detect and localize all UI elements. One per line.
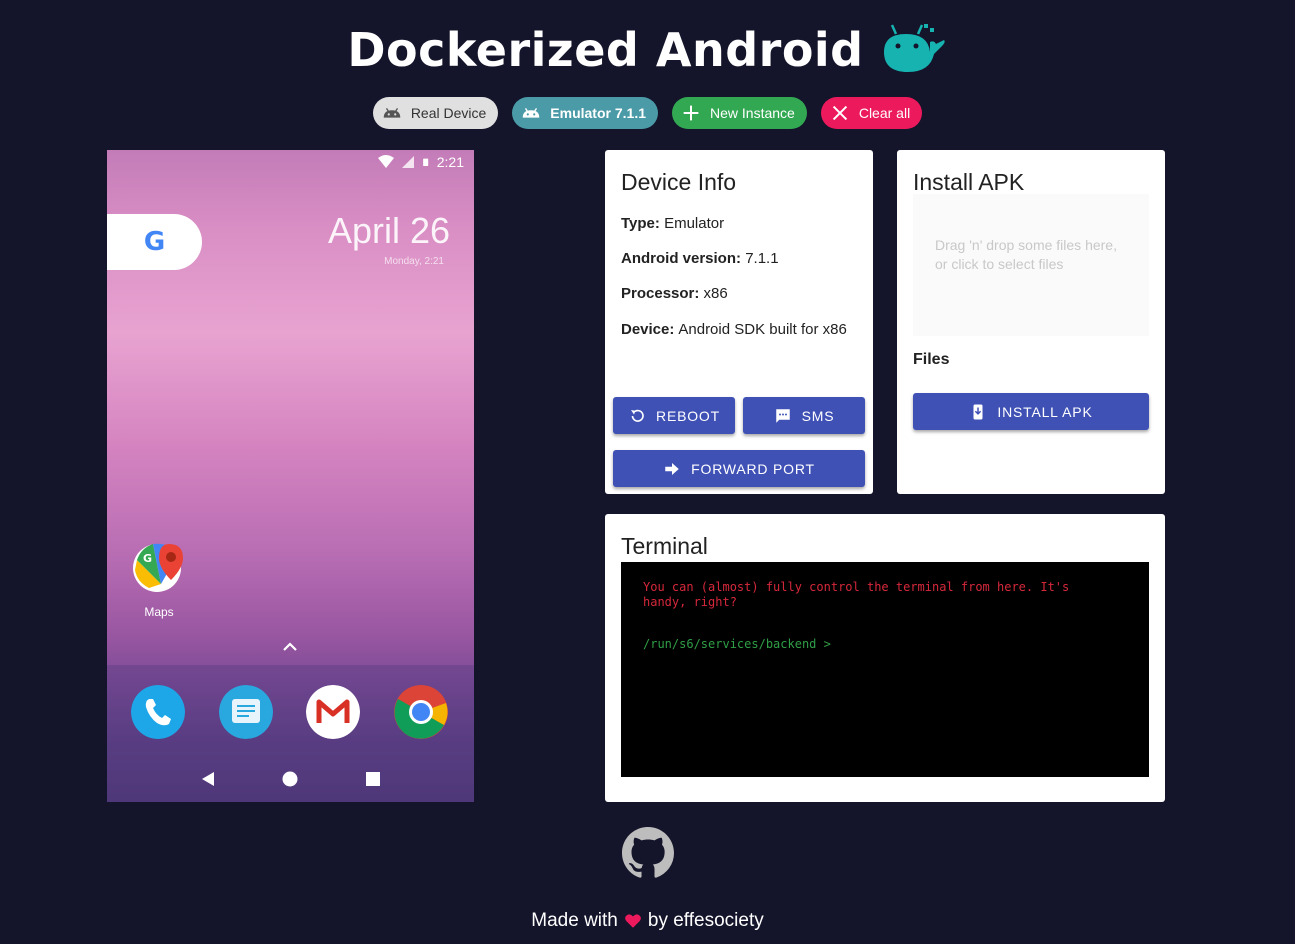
android-icon (523, 108, 540, 118)
plus-icon (683, 105, 699, 121)
footer-made-with: Made with (531, 910, 618, 931)
date-widget: April 26 (327, 210, 450, 251)
whale-logo-icon (883, 24, 945, 72)
android-nav-bar (107, 755, 474, 802)
messages-app-icon[interactable] (219, 685, 273, 739)
install-apk-title: Install APK (913, 169, 1025, 195)
wifi-icon (377, 155, 394, 168)
android-version-value: 7.1.1 (745, 250, 779, 267)
real-device-chip[interactable]: Real Device (372, 97, 499, 129)
processor-label: Processor: (621, 285, 700, 302)
device-info-title: Device Info (621, 169, 737, 195)
emulator-chip[interactable]: Emulator 7.1.1 (512, 97, 658, 129)
terminal-welcome-text: You can (almost) fully control the termi… (643, 580, 1070, 609)
reboot-label: REBOOT (656, 407, 720, 424)
footer: Made with by effesociety (0, 910, 1295, 932)
new-instance-chip[interactable]: New Instance (672, 97, 807, 129)
chrome-app-icon[interactable] (394, 685, 448, 739)
dropzone-hint: Drag 'n' drop some files here, or click … (935, 237, 1117, 272)
status-bar: 2:21 (107, 150, 474, 174)
device-label: Device: (621, 321, 675, 338)
recents-nav-icon[interactable] (365, 771, 381, 787)
android-version-row: Android version: 7.1.1 (621, 250, 779, 267)
google-g-icon: G (143, 227, 166, 257)
emulator-label: Emulator 7.1.1 (550, 105, 646, 121)
clear-all-label: Clear all (858, 105, 911, 121)
date-subtitle: Monday, 2:21 (384, 256, 444, 267)
restart-icon (631, 409, 644, 422)
terminal-console[interactable]: You can (almost) fully control the termi… (621, 562, 1149, 777)
battery-icon (422, 158, 428, 166)
device-screen[interactable]: 2:21 G April 26 Monday, 2:21 G Maps (107, 150, 474, 802)
svg-text:G: G (143, 552, 152, 565)
close-icon (832, 105, 847, 121)
message-icon (775, 408, 790, 423)
device-value: Android SDK built for x86 (678, 321, 847, 338)
google-search-widget[interactable]: G (107, 214, 202, 270)
install-mobile-icon (973, 404, 983, 419)
gmail-app-icon[interactable] (306, 685, 360, 739)
clear-all-chip[interactable]: Clear all (820, 97, 923, 129)
signal-icon (401, 156, 414, 168)
install-apk-label: INSTALL APK (997, 403, 1093, 420)
home-nav-icon[interactable] (282, 771, 298, 787)
install-apk-card: Install APK Drag 'n' drop some files her… (897, 150, 1165, 494)
page-title: Dockerized Android (347, 23, 864, 77)
processor-row: Processor: x86 (621, 285, 728, 302)
real-device-label: Real Device (410, 105, 487, 121)
device-type-value: Emulator (664, 215, 725, 232)
instance-chip-bar: Real Device Emulator 7.1.1 New Instance … (0, 97, 1295, 129)
heart-icon (625, 914, 641, 928)
back-nav-icon[interactable] (200, 771, 216, 787)
phone-app-icon[interactable] (131, 685, 185, 739)
device-type-label: Type: (621, 215, 660, 232)
reboot-button[interactable]: REBOOT (613, 397, 735, 434)
sms-button[interactable]: SMS (743, 397, 865, 434)
status-time: 2:21 (436, 154, 464, 170)
app-drawer-chevron-icon[interactable] (282, 640, 298, 652)
apk-dropzone[interactable]: Drag 'n' drop some files here, or click … (913, 194, 1149, 336)
android-icon (383, 108, 401, 118)
files-label: Files (913, 351, 950, 368)
arrow-right-icon (665, 462, 679, 475)
forward-port-label: FORWARD PORT (691, 460, 815, 477)
sms-label: SMS (801, 407, 835, 424)
maps-app-label: Maps (144, 605, 174, 619)
terminal-card: Terminal You can (almost) fully control … (605, 514, 1165, 802)
device-row: Device: Android SDK built for x86 (621, 320, 848, 339)
processor-value: x86 (703, 285, 728, 302)
device-info-card: Device Info Type: Emulator Android versi… (605, 150, 873, 494)
header: Dockerized Android (0, 14, 1295, 86)
maps-app-icon[interactable]: G (131, 538, 187, 594)
forward-port-button[interactable]: FORWARD PORT (613, 450, 865, 487)
terminal-title: Terminal (621, 533, 708, 559)
terminal-prompt: /run/s6/services/backend > (643, 637, 831, 651)
github-icon[interactable] (622, 827, 674, 879)
install-apk-button[interactable]: INSTALL APK (913, 393, 1149, 430)
footer-author[interactable]: by effesociety (648, 910, 764, 932)
new-instance-label: New Instance (710, 105, 795, 121)
device-type-row: Type: Emulator (621, 215, 724, 232)
android-version-label: Android version: (621, 250, 742, 267)
